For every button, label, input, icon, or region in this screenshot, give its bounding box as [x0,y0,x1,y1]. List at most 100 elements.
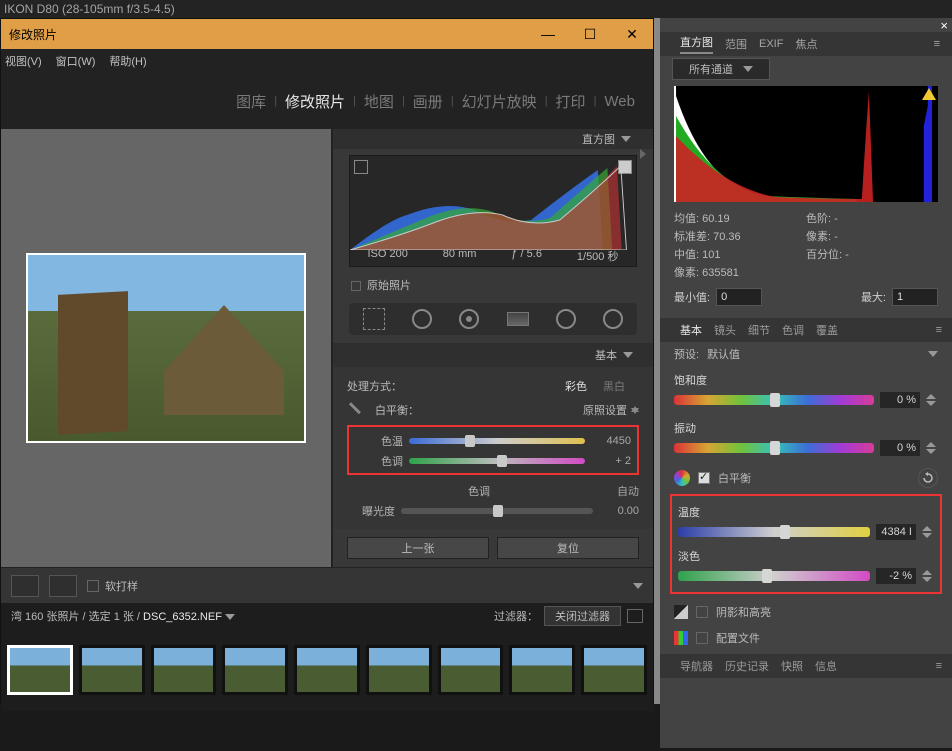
menu-icon[interactable]: ≡ [936,324,942,336]
temp-slider[interactable] [409,438,585,444]
brush-tool-icon[interactable] [603,309,623,329]
chevron-down-icon[interactable] [928,351,938,357]
raw-toggle[interactable]: 原始照片 [333,273,653,297]
temperature-slider[interactable] [678,527,870,537]
close-button[interactable]: ✕ [611,19,653,49]
tab-info[interactable]: 信息 [815,658,837,674]
spinner[interactable] [922,570,934,582]
spinner[interactable] [926,394,938,406]
toggle-bw[interactable]: 黑白 [595,376,633,396]
tab-focus[interactable]: 焦点 [795,36,817,52]
crop-tool-icon[interactable] [363,308,385,330]
spinner[interactable] [926,442,938,454]
reset-icon[interactable] [918,468,938,488]
vibrance-value[interactable]: 0 % [880,440,920,456]
menubar: 视图(V) 窗口(W) 帮助(H) [1,49,653,73]
temp-value[interactable]: 4450 [591,435,631,447]
module-slideshow[interactable]: 幻灯片放映 [462,91,537,112]
exposure-slider[interactable] [401,508,593,514]
tab-overlay[interactable]: 覆盖 [816,322,838,338]
panel-expand-right[interactable] [640,149,651,162]
tab-basic[interactable]: 基本 [680,322,702,338]
tab-range[interactable]: 范围 [725,36,747,52]
saturation-value[interactable]: 0 % [880,392,920,408]
thumbnail[interactable] [7,645,73,695]
thumbnail[interactable] [509,645,575,695]
redeye-tool-icon[interactable] [459,309,479,329]
reset-button[interactable]: 复位 [497,537,639,559]
module-book[interactable]: 画册 [413,91,443,112]
radial-tool-icon[interactable] [556,309,576,329]
toggle-color[interactable]: 彩色 [557,376,595,396]
before-after-icon[interactable] [49,575,77,597]
max-input[interactable] [892,288,938,306]
lr-histogram[interactable]: ISO 200 80 mm ƒ / 5.6 1/500 秒 [349,155,637,266]
menu-icon[interactable]: ≡ [934,38,940,50]
color-bw-toggle[interactable]: 彩色 黑白 [557,376,633,396]
tint-slider[interactable] [409,458,585,464]
temperature-value[interactable]: 4384 I [876,524,916,540]
prev-button[interactable]: 上一张 [347,537,489,559]
eyedropper-icon[interactable] [343,397,368,422]
tint-value[interactable]: + 2 [591,455,631,467]
profile-row[interactable]: 配置文件 [674,630,938,646]
filter-lock-icon[interactable] [627,609,643,623]
thumbnail[interactable] [438,645,504,695]
tab-tone[interactable]: 色调 [782,322,804,338]
minimize-button[interactable]: — [527,19,569,49]
tab-lens[interactable]: 镜头 [714,322,736,338]
tab-history[interactable]: 历史记录 [725,658,769,674]
menu-view[interactable]: 视图(V) [5,53,42,69]
vibrance-slider[interactable] [674,443,874,453]
checkbox-icon[interactable] [696,632,708,644]
module-map[interactable]: 地图 [364,91,394,112]
filmstrip[interactable] [1,629,653,711]
filter-select[interactable]: 关闭过滤器 [544,606,621,626]
tab-histogram[interactable]: 直方图 [680,34,713,54]
tab-detail[interactable]: 细节 [748,322,770,338]
tab-navigator[interactable]: 导航器 [680,658,713,674]
channel-select[interactable]: 所有通道 [672,58,770,80]
host-histogram[interactable] [674,86,938,202]
thumbnail[interactable] [366,645,432,695]
thumbnail[interactable] [294,645,360,695]
basic-header[interactable]: 基本 [333,343,653,367]
module-library[interactable]: 图库 [236,91,266,112]
module-web[interactable]: Web [604,93,635,110]
spot-tool-icon[interactable] [412,309,432,329]
close-icon[interactable]: × [940,18,948,32]
thumbnail[interactable] [581,645,647,695]
saturation-slider[interactable] [674,395,874,405]
tab-snapshot[interactable]: 快照 [781,658,803,674]
soft-proof-toggle[interactable]: 软打样 [87,578,138,594]
exposure-value[interactable]: 0.00 [599,505,639,517]
checkbox-icon[interactable] [696,606,708,618]
tint-value[interactable]: -2 % [876,568,916,584]
preview-pane[interactable] [1,129,331,567]
loupe-view-icon[interactable] [11,575,39,597]
thumbnail[interactable] [79,645,145,695]
histogram-header[interactable]: 直方图 [333,129,653,149]
tab-exif[interactable]: EXIF [759,38,783,50]
thumbnail[interactable] [222,645,288,695]
gradient-tool-icon[interactable] [507,312,529,326]
basic-title: 基本 [595,347,617,363]
auto-button[interactable]: 自动 [617,483,639,499]
chevron-down-icon[interactable] [225,614,235,620]
thumbnail[interactable] [151,645,217,695]
min-input[interactable] [716,288,762,306]
toolbar-menu-icon[interactable] [633,583,643,589]
spinner[interactable] [922,526,934,538]
module-develop[interactable]: 修改照片 [285,91,345,112]
shadows-row[interactable]: 阴影和高亮 [674,604,938,620]
menu-window[interactable]: 窗口(W) [56,53,96,69]
wb-checkbox[interactable] [698,472,710,484]
menu-help[interactable]: 帮助(H) [109,53,146,69]
module-print[interactable]: 打印 [556,91,586,112]
maximize-button[interactable]: ☐ [569,19,611,49]
tint-slider[interactable] [678,571,870,581]
menu-icon[interactable]: ≡ [936,660,942,672]
wb-select[interactable]: 原照设置 [583,402,639,418]
preset-select[interactable]: 默认值 [707,346,928,362]
max-label: 最大: [861,289,886,305]
